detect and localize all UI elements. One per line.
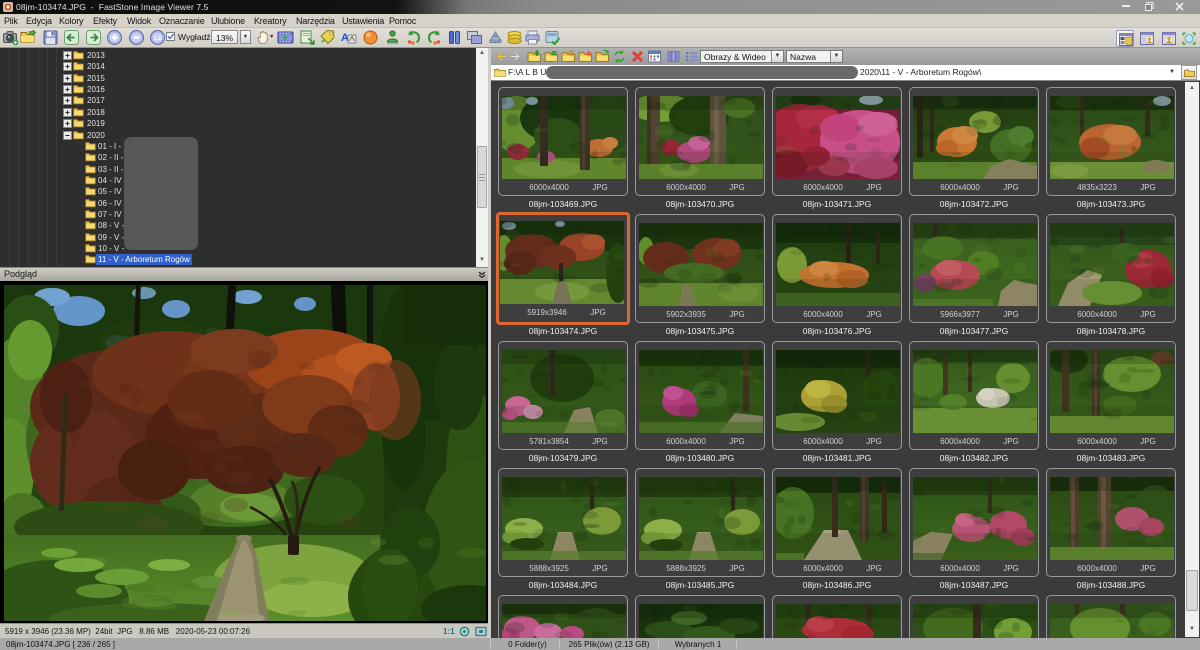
svg-text:1:1: 1:1 [153,36,161,42]
